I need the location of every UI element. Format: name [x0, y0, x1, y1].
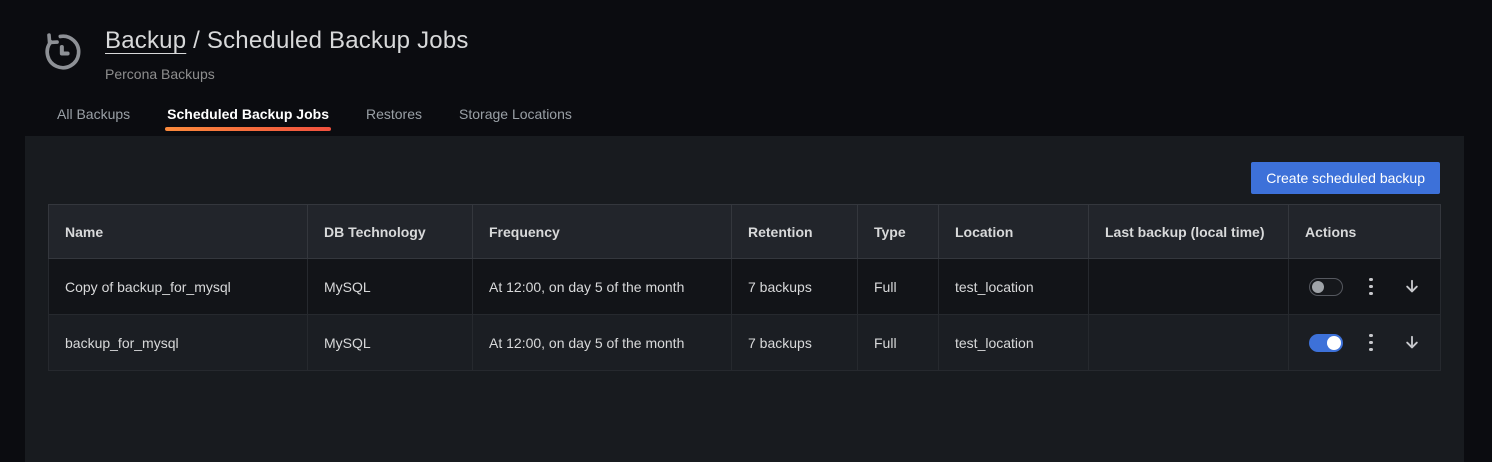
column-header-retention: Retention [732, 205, 858, 259]
column-header-name: Name [49, 205, 308, 259]
tab-restores[interactable]: Restores [364, 106, 424, 136]
download-icon[interactable] [1402, 333, 1422, 353]
tab-storage-locations[interactable]: Storage Locations [457, 106, 574, 136]
kebab-menu-icon[interactable] [1364, 274, 1378, 300]
table-row: Copy of backup_for_mysql MySQL At 12:00,… [49, 259, 1441, 315]
cell-location: test_location [939, 315, 1089, 371]
download-icon[interactable] [1402, 277, 1422, 297]
cell-name: Copy of backup_for_mysql [49, 259, 308, 315]
panel-toolbar: Create scheduled backup [48, 162, 1440, 194]
page-title: Backup / Scheduled Backup Jobs [105, 27, 469, 55]
cell-retention: 7 backups [732, 315, 858, 371]
cell-location: test_location [939, 259, 1089, 315]
page-header: Backup / Scheduled Backup Jobs Percona B… [0, 0, 1492, 82]
cell-actions [1289, 259, 1441, 315]
cell-db-technology: MySQL [308, 259, 473, 315]
column-header-actions: Actions [1289, 205, 1441, 259]
kebab-menu-icon[interactable] [1364, 330, 1378, 356]
toggle-knob [1327, 336, 1341, 350]
cell-frequency: At 12:00, on day 5 of the month [473, 259, 732, 315]
breadcrumb-separator: / [193, 27, 200, 54]
scheduled-backups-panel: Create scheduled backup Name DB Technolo… [25, 136, 1464, 462]
enable-toggle[interactable] [1309, 278, 1343, 296]
cell-last-backup [1089, 259, 1289, 315]
cell-retention: 7 backups [732, 259, 858, 315]
column-header-frequency: Frequency [473, 205, 732, 259]
toggle-knob [1312, 281, 1324, 293]
create-scheduled-backup-button[interactable]: Create scheduled backup [1251, 162, 1440, 194]
column-header-location: Location [939, 205, 1089, 259]
page-subtitle: Percona Backups [105, 66, 469, 82]
backup-history-icon [40, 29, 86, 75]
tab-label: Restores [366, 106, 422, 122]
cell-actions [1289, 315, 1441, 371]
active-tab-indicator [165, 127, 331, 131]
column-header-db-technology: DB Technology [308, 205, 473, 259]
cell-type: Full [858, 315, 939, 371]
tab-label: Storage Locations [459, 106, 572, 122]
cell-frequency: At 12:00, on day 5 of the month [473, 315, 732, 371]
cell-name: backup_for_mysql [49, 315, 308, 371]
header-text: Backup / Scheduled Backup Jobs Percona B… [105, 27, 469, 82]
scheduled-backups-table: Name DB Technology Frequency Retention T… [48, 204, 1441, 371]
breadcrumb-backup-link[interactable]: Backup [105, 27, 186, 54]
column-header-type: Type [858, 205, 939, 259]
breadcrumb-current: Scheduled Backup Jobs [207, 27, 469, 54]
table-header-row: Name DB Technology Frequency Retention T… [49, 205, 1441, 259]
tab-bar: All Backups Scheduled Backup Jobs Restor… [0, 106, 1492, 136]
tab-all-backups[interactable]: All Backups [55, 106, 132, 136]
enable-toggle[interactable] [1309, 334, 1343, 352]
tab-scheduled-backup-jobs[interactable]: Scheduled Backup Jobs [165, 106, 331, 136]
column-header-last-backup: Last backup (local time) [1089, 205, 1289, 259]
tab-label: Scheduled Backup Jobs [167, 106, 329, 122]
tab-label: All Backups [57, 106, 130, 122]
backup-page: Backup / Scheduled Backup Jobs Percona B… [0, 0, 1492, 462]
cell-type: Full [858, 259, 939, 315]
cell-db-technology: MySQL [308, 315, 473, 371]
cell-last-backup [1089, 315, 1289, 371]
table-row: backup_for_mysql MySQL At 12:00, on day … [49, 315, 1441, 371]
